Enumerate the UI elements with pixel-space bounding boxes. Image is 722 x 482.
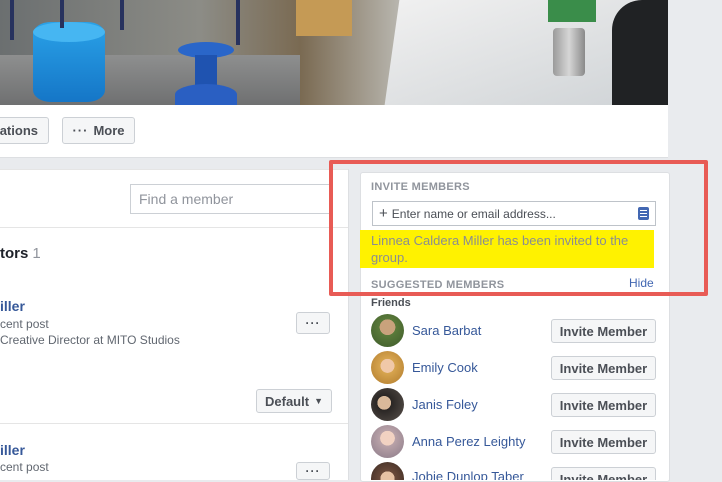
avatar[interactable] — [371, 388, 404, 421]
suggested-name[interactable]: Jobie Dunlop Taber — [412, 469, 524, 480]
section-title-text: tors — [0, 245, 29, 262]
more-button[interactable]: ··· More — [62, 117, 135, 144]
find-member-placeholder: Find a member — [139, 191, 234, 207]
invite-member-button[interactable]: Invite Member — [551, 393, 656, 417]
list-item: Janis Foley Invite Member — [371, 388, 657, 422]
more-label: More — [93, 123, 125, 138]
section-title: tors 1 — [0, 245, 41, 262]
panel-divider — [0, 169, 348, 170]
suggested-name[interactable]: Emily Cook — [412, 360, 478, 375]
avatar[interactable] — [371, 351, 404, 384]
avatar[interactable] — [371, 425, 404, 458]
caret-down-icon: ▼ — [314, 396, 323, 406]
member-job: Creative Director at MITO Studios — [0, 333, 180, 347]
suggested-name[interactable]: Janis Foley — [412, 397, 478, 412]
default-dropdown[interactable]: Default ▼ — [256, 389, 332, 413]
invite-member-button[interactable]: Invite Member — [551, 356, 656, 380]
friends-label: Friends — [371, 297, 411, 309]
more-dots-icon: ··· — [72, 123, 89, 138]
member-recent-post: cent post — [0, 317, 49, 331]
avatar[interactable] — [371, 462, 404, 480]
invite-member-button[interactable]: Invite Member — [551, 430, 656, 454]
row-divider — [0, 423, 348, 424]
default-label: Default — [265, 393, 310, 409]
cover-photo — [0, 0, 668, 105]
annotation-frame — [329, 160, 708, 296]
suggested-name[interactable]: Sara Barbat — [412, 323, 481, 338]
list-item: Sara Barbat Invite Member — [371, 314, 657, 348]
member-name[interactable]: iller — [0, 442, 25, 458]
notifications-label: ations — [0, 123, 38, 138]
list-item: Jobie Dunlop Taber Invite Member — [371, 462, 657, 480]
avatar[interactable] — [371, 314, 404, 347]
member-menu-button[interactable]: ··· — [296, 312, 330, 334]
invite-member-button[interactable]: Invite Member — [551, 319, 656, 343]
list-item: Anna Perez Leighty Invite Member — [371, 425, 657, 459]
member-recent-post: cent post — [0, 460, 49, 474]
member-menu-button[interactable]: ··· — [296, 462, 330, 480]
find-member-input[interactable]: Find a member — [130, 184, 330, 214]
notifications-button[interactable]: ations — [0, 117, 49, 144]
suggested-name[interactable]: Anna Perez Leighty — [412, 434, 525, 449]
list-item: Emily Cook Invite Member — [371, 351, 657, 385]
panel-divider — [0, 227, 348, 228]
invite-member-button[interactable]: Invite Member — [551, 467, 656, 480]
member-name[interactable]: iller — [0, 298, 25, 314]
section-count: 1 — [32, 245, 41, 262]
